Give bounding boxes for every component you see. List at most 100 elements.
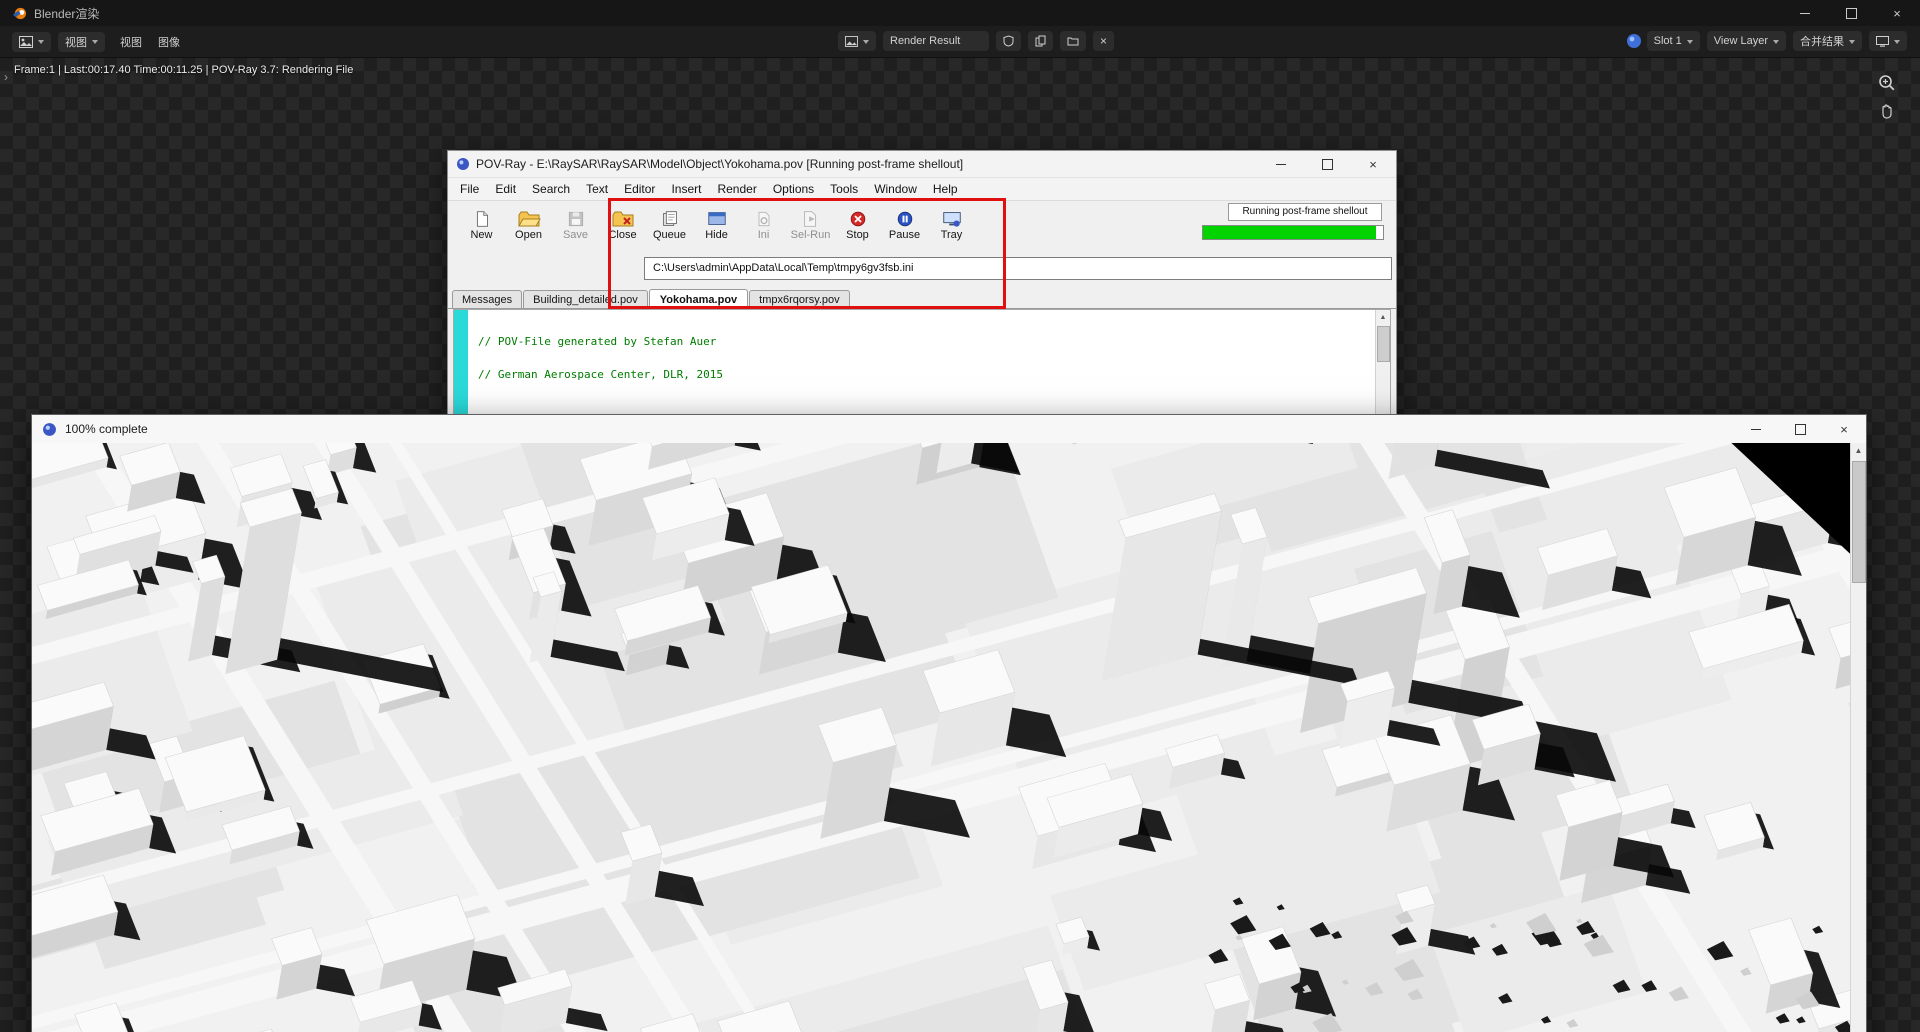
render-window-titlebar[interactable]: 100% complete × bbox=[32, 415, 1866, 444]
view-layer-label: View Layer bbox=[1714, 35, 1768, 47]
view-layer-dropdown[interactable]: View Layer bbox=[1707, 31, 1786, 51]
open-image-button[interactable] bbox=[1060, 31, 1086, 51]
scroll-up-icon[interactable]: ▲ bbox=[1376, 310, 1390, 324]
menu-image[interactable]: 图像 bbox=[150, 34, 188, 50]
menu-search[interactable]: Search bbox=[524, 180, 578, 198]
browse-image-button[interactable] bbox=[838, 31, 876, 51]
hide-button[interactable]: Hide bbox=[693, 201, 740, 255]
menu-editor[interactable]: Editor bbox=[616, 180, 663, 198]
slot-dropdown[interactable]: Slot 1 bbox=[1647, 31, 1700, 51]
povray-minimize-button[interactable] bbox=[1258, 151, 1304, 177]
menu-tools[interactable]: Tools bbox=[822, 180, 866, 198]
stop-button[interactable]: Stop bbox=[834, 201, 881, 255]
render-image bbox=[32, 443, 1866, 1032]
fake-user-button[interactable] bbox=[996, 31, 1021, 51]
render-minimize-button[interactable] bbox=[1734, 415, 1778, 443]
open-button[interactable]: Open bbox=[505, 201, 552, 255]
tab-messages[interactable]: Messages bbox=[452, 290, 522, 308]
menu-edit[interactable]: Edit bbox=[487, 180, 524, 198]
blender-close-button[interactable]: × bbox=[1874, 0, 1920, 26]
menu-insert[interactable]: Insert bbox=[663, 180, 709, 198]
tab-tmp-pov[interactable]: tmpx6rqorsy.pov bbox=[749, 290, 850, 308]
close-file-icon bbox=[611, 209, 635, 229]
povray-toolbar: New Open Save Close Q bbox=[448, 201, 1396, 255]
image-name-label: Render Result bbox=[890, 35, 960, 47]
image-editor-icon bbox=[19, 36, 33, 48]
povray-close-button[interactable]: × bbox=[1350, 151, 1396, 177]
menu-window[interactable]: Window bbox=[866, 180, 925, 198]
image-mode-dropdown[interactable]: 视图 bbox=[58, 32, 105, 52]
menu-view[interactable]: 视图 bbox=[112, 34, 150, 50]
menu-text[interactable]: Text bbox=[578, 180, 616, 198]
tab-yokohama[interactable]: Yokohama.pov bbox=[649, 289, 748, 309]
open-folder-icon bbox=[517, 209, 541, 229]
blender-minimize-button[interactable] bbox=[1782, 0, 1828, 26]
shield-icon bbox=[1003, 35, 1014, 47]
queue-pages-icon bbox=[659, 209, 681, 229]
ini-button: Ini bbox=[740, 201, 787, 255]
editor-scroll-thumb[interactable] bbox=[1377, 326, 1390, 362]
render-maximize-button[interactable] bbox=[1778, 415, 1822, 443]
render-status-text: Frame:1 | Last:00:17.40 Time:00:11.25 | … bbox=[14, 64, 353, 76]
chevron-down-icon bbox=[38, 40, 44, 47]
render-scroll-thumb[interactable] bbox=[1852, 461, 1866, 583]
render-close-button[interactable]: × bbox=[1822, 415, 1866, 443]
ini-path-field[interactable]: C:\Users\admin\AppData\Local\Temp\tmpy6g… bbox=[644, 257, 1392, 280]
new-document-icon bbox=[471, 209, 493, 229]
image-name-field[interactable]: Render Result bbox=[883, 31, 989, 51]
chevron-down-icon bbox=[1687, 40, 1693, 47]
region-expand-icon[interactable]: › bbox=[4, 70, 8, 84]
chevron-down-icon bbox=[1773, 40, 1779, 47]
blender-window-title: Blender渲染 bbox=[34, 5, 99, 22]
pan-hand-icon[interactable] bbox=[1876, 100, 1898, 122]
unlink-image-button[interactable]: × bbox=[1093, 31, 1114, 51]
render-window-title: 100% complete bbox=[65, 422, 148, 436]
image-datablock-group: Render Result × bbox=[838, 31, 1121, 51]
display-settings-button[interactable] bbox=[1869, 31, 1907, 51]
editor-type-button[interactable] bbox=[12, 32, 51, 52]
hide-window-icon bbox=[706, 209, 728, 229]
pause-button[interactable]: Pause bbox=[881, 201, 928, 255]
image-icon bbox=[845, 36, 858, 47]
monitor-icon bbox=[1876, 36, 1889, 47]
code-line bbox=[478, 402, 1390, 413]
blender-titlebar: Blender渲染 × bbox=[0, 0, 1920, 26]
render-progress-bar bbox=[1202, 225, 1384, 240]
menu-options[interactable]: Options bbox=[765, 180, 822, 198]
povray-maximize-button[interactable] bbox=[1304, 151, 1350, 177]
blender-maximize-button[interactable] bbox=[1828, 0, 1874, 26]
new-image-button[interactable] bbox=[1028, 31, 1053, 51]
tray-button[interactable]: Tray bbox=[928, 201, 975, 255]
image-mode-label: 视图 bbox=[65, 34, 87, 50]
render-pass-label: 合并结果 bbox=[1800, 33, 1844, 49]
render-progress-fill bbox=[1203, 226, 1376, 239]
close-icon: × bbox=[1100, 34, 1107, 48]
povray-titlebar[interactable]: POV-Ray - E:\RaySAR\RaySAR\Model\Object\… bbox=[448, 151, 1396, 178]
queue-button[interactable]: Queue bbox=[646, 201, 693, 255]
povray-window-title: POV-Ray - E:\RaySAR\RaySAR\Model\Object\… bbox=[476, 157, 963, 171]
chevron-down-icon bbox=[863, 40, 869, 47]
close-button[interactable]: Close bbox=[599, 201, 646, 255]
chevron-down-icon bbox=[92, 40, 98, 47]
ini-path-row: C:\Users\admin\AppData\Local\Temp\tmpy6g… bbox=[448, 255, 1396, 285]
blender-logo-icon bbox=[12, 6, 27, 21]
render-result-window: 100% complete × ▲ ▼ bbox=[31, 414, 1867, 1032]
new-button[interactable]: New bbox=[458, 201, 505, 255]
povray-render-icon bbox=[42, 422, 57, 437]
menu-help[interactable]: Help bbox=[925, 180, 966, 198]
sel-run-button: Sel-Run bbox=[787, 201, 834, 255]
render-scrollbar[interactable]: ▲ ▼ bbox=[1850, 443, 1866, 1032]
zoom-tool-icon[interactable] bbox=[1876, 72, 1898, 94]
stop-icon bbox=[848, 209, 868, 229]
scroll-up-icon[interactable]: ▲ bbox=[1851, 443, 1866, 458]
render-viewport bbox=[32, 443, 1866, 1032]
editor-tabs: Messages Building_detailed.pov Yokohama.… bbox=[448, 285, 1396, 309]
menu-render[interactable]: Render bbox=[709, 180, 764, 198]
menu-file[interactable]: File bbox=[452, 180, 487, 198]
render-pass-dropdown[interactable]: 合并结果 bbox=[1793, 31, 1862, 51]
tab-building-detailed[interactable]: Building_detailed.pov bbox=[523, 290, 648, 308]
save-disk-icon bbox=[566, 209, 586, 229]
run-arrow-icon bbox=[800, 209, 822, 229]
ini-file-icon bbox=[754, 209, 774, 229]
save-button: Save bbox=[552, 201, 599, 255]
